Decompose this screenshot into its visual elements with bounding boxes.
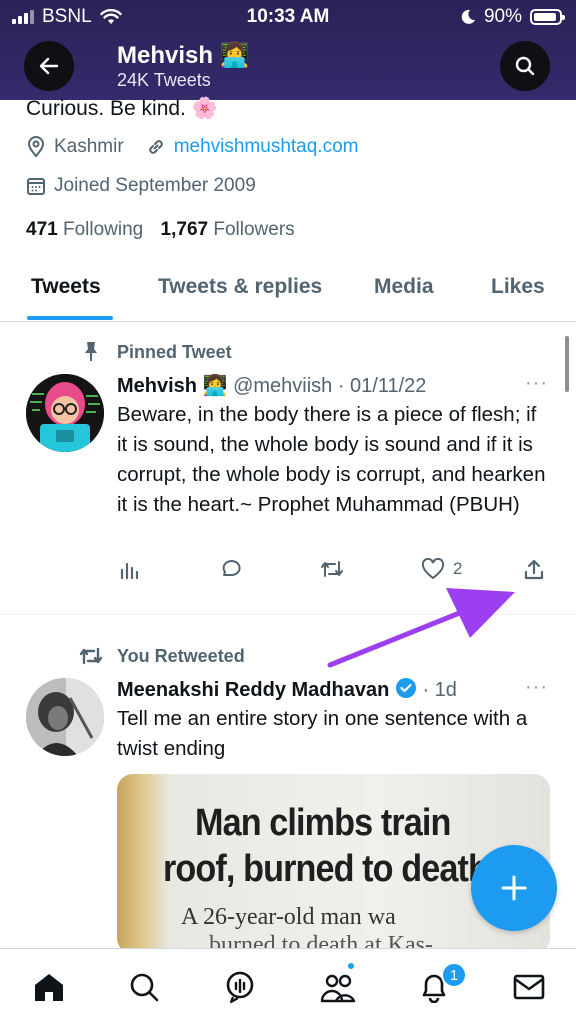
tweet-divider <box>0 614 576 615</box>
location-text: Kashmir <box>54 136 124 157</box>
bottom-nav <box>0 948 576 1024</box>
reply-icon <box>222 560 241 577</box>
nav-spaces[interactable] <box>222 969 258 1005</box>
following-count: 471 <box>26 219 58 240</box>
tweet-count: 24K Tweets <box>117 70 211 90</box>
tweet-header: Mehvish 👩‍💻 @mehviish · 01/11/22 <box>117 373 426 398</box>
like-button[interactable]: 2 <box>421 558 462 580</box>
compose-tweet-button[interactable] <box>471 845 557 931</box>
avatar[interactable] <box>26 678 104 756</box>
media-body-line-1: A 26-year-old man wa <box>181 904 396 930</box>
tab-tweets-replies[interactable]: Tweets & replies <box>158 275 322 299</box>
retweeted-label: You Retweeted <box>117 646 245 666</box>
location-pin-icon <box>27 136 45 158</box>
tweet-actions: 2 <box>117 558 557 588</box>
avatar-photo <box>26 678 104 756</box>
search-icon <box>130 973 159 1002</box>
spaces-icon <box>226 971 254 1004</box>
back-arrow-icon <box>39 57 59 75</box>
profile-header: BSNL 10:33 AM 90% Mehvish 👩‍💻 24K Tweets <box>0 0 576 100</box>
tab-tweets[interactable]: Tweets <box>31 275 101 299</box>
active-tab-indicator <box>27 316 113 320</box>
nav-search[interactable] <box>126 969 162 1005</box>
analytics-icon <box>120 562 139 580</box>
joined-row: Joined September 2009 <box>26 175 256 197</box>
followers-link[interactable]: 1,767 Followers <box>161 219 295 240</box>
home-icon <box>35 974 63 1001</box>
retweet-button[interactable] <box>319 558 345 580</box>
profile-meta-row: Kashmir mehvishmushtaq.com <box>26 136 358 158</box>
more-options-button[interactable]: ··· <box>525 372 548 395</box>
media-headline-line-1: Man climbs train <box>195 802 451 844</box>
tab-media[interactable]: Media <box>374 275 434 299</box>
nav-communities[interactable] <box>320 969 356 1005</box>
analytics-button[interactable] <box>119 558 141 580</box>
profile-name: Mehvish 👩‍💻 <box>117 41 250 70</box>
verified-badge-icon <box>395 678 416 698</box>
followers-count: 1,767 <box>160 219 209 240</box>
more-options-button[interactable]: ··· <box>525 676 548 699</box>
share-icon <box>524 559 544 580</box>
tweet-header: Meenakshi Reddy Madhavan · 1d <box>117 677 457 702</box>
communities-new-dot <box>346 961 356 971</box>
avatar[interactable] <box>26 374 104 452</box>
avatar-illustration <box>26 374 104 452</box>
back-button[interactable] <box>24 41 74 91</box>
tweet-text: Beware, in the body there is a piece of … <box>117 403 546 516</box>
tweet-author[interactable]: Meenakshi Reddy Madhavan <box>117 679 389 701</box>
notification-badge: 1 <box>441 962 467 988</box>
search-button[interactable] <box>500 41 550 91</box>
mail-icon <box>513 974 545 1000</box>
profile-bio: Curious. Be kind. 🌸 <box>26 97 218 121</box>
battery-percent: 90% <box>483 6 522 27</box>
media-headline-line-2: roof, burned to death <box>163 848 489 890</box>
like-count: 2 <box>453 559 463 578</box>
retweet-icon <box>321 561 343 577</box>
communities-icon <box>320 974 356 1003</box>
profile-name-emoji: 👩‍💻 <box>219 42 250 69</box>
heart-icon <box>421 558 445 580</box>
website-link[interactable]: mehvishmushtaq.com <box>174 136 359 158</box>
followers-label: Followers <box>213 219 295 240</box>
follow-stats: 471 Following 1,767 Followers <box>26 219 295 241</box>
profile-tabs: Tweets Tweets & replies Media Likes <box>0 262 576 322</box>
battery-icon <box>530 9 565 25</box>
following-link[interactable]: 471 Following <box>26 219 143 240</box>
tweet-time: · 1d <box>422 679 457 701</box>
search-icon <box>515 56 535 76</box>
bio-text: Curious. Be kind. <box>26 97 186 120</box>
tweet-author[interactable]: Mehvish <box>117 375 197 397</box>
share-button[interactable] <box>522 558 546 582</box>
moon-icon <box>461 9 475 24</box>
plus-icon <box>501 875 527 901</box>
status-bar: BSNL 10:33 AM 90% <box>0 0 576 34</box>
pinned-label: Pinned Tweet <box>117 342 232 362</box>
following-label: Following <box>62 219 144 240</box>
tweet-handle-date: @mehviish · 01/11/22 <box>233 375 427 397</box>
reply-button[interactable] <box>219 558 243 580</box>
bio-emoji: 🌸 <box>191 97 218 120</box>
tab-likes[interactable]: Likes <box>491 275 545 299</box>
pin-icon <box>85 342 97 361</box>
joined-text: Joined September 2009 <box>54 175 256 196</box>
scrollbar[interactable] <box>565 336 569 392</box>
tweet-text: Tell me an entire story in one sentence … <box>117 707 528 760</box>
profile-name-text: Mehvish <box>117 42 214 69</box>
author-emoji: 👩‍💻 <box>202 375 228 397</box>
status-right: 90% <box>460 6 565 28</box>
retweet-context-icon <box>79 647 103 665</box>
link-icon <box>148 140 163 154</box>
nav-messages[interactable] <box>511 969 547 1005</box>
nav-home[interactable] <box>31 969 67 1005</box>
calendar-icon <box>27 178 45 195</box>
